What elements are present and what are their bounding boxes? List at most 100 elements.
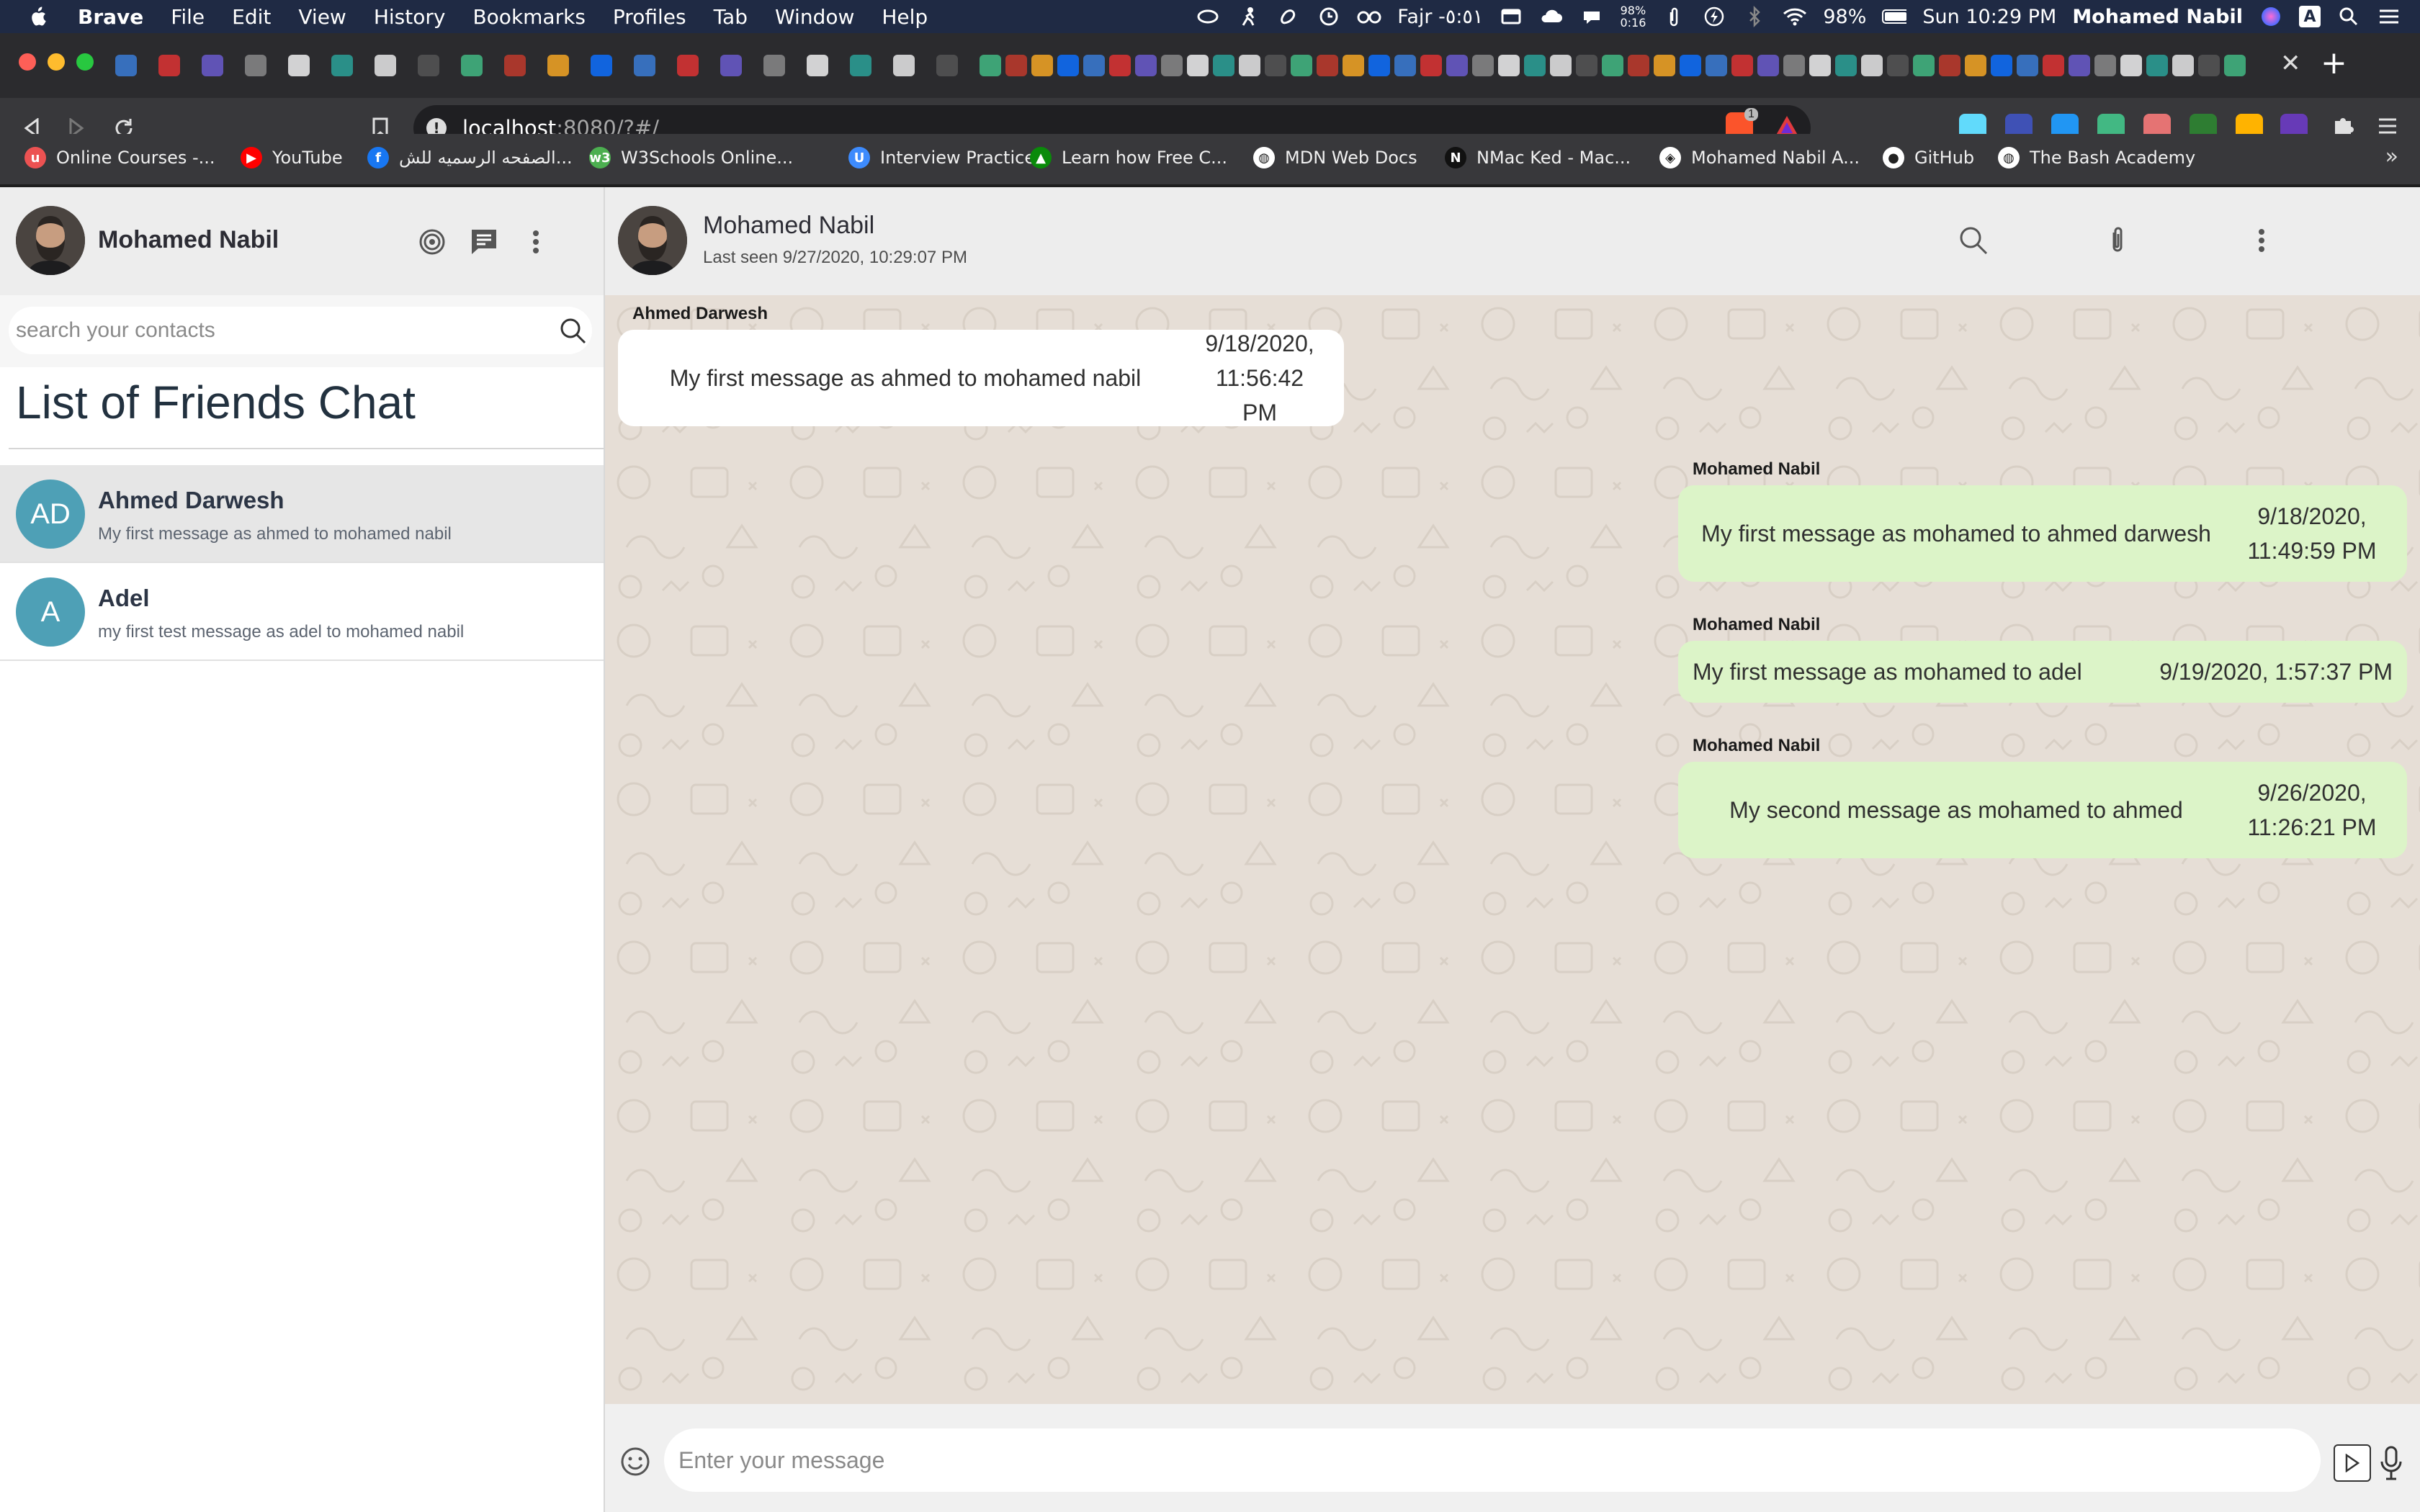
creative-cloud-icon[interactable]	[1196, 6, 1220, 27]
pinned-tab-icon[interactable]	[1135, 55, 1157, 76]
pinned-tab-icon[interactable]	[2017, 55, 2038, 76]
bookmark-item[interactable]: w3 W3Schools Online...	[589, 147, 793, 168]
pinned-tab-icon[interactable]	[2094, 55, 2116, 76]
pinned-tab-icon[interactable]	[1446, 55, 1468, 76]
paperclip-status-icon[interactable]	[1662, 6, 1686, 27]
pinned-tab-icon[interactable]	[504, 55, 526, 76]
pinned-tab-icon[interactable]	[1602, 55, 1623, 76]
pinned-tab-icon[interactable]	[1550, 55, 1572, 76]
chat-partner-avatar[interactable]	[618, 206, 687, 275]
pinned-tab-icon[interactable]	[202, 55, 223, 76]
pinned-tab-icon[interactable]	[1057, 55, 1079, 76]
close-tab-icon[interactable]: ✕	[2280, 49, 2301, 78]
apple-icon[interactable]	[27, 4, 49, 29]
contact-item-adel[interactable]: A Adel my first test message as adel to …	[0, 563, 604, 661]
message-bubble[interactable]: My first message as mohamed to ahmed dar…	[1678, 485, 2407, 582]
pinned-tab-icon[interactable]	[591, 55, 612, 76]
pinned-tab-icon[interactable]	[418, 55, 439, 76]
bookmark-item[interactable]: f الصفحه الرسميه للش...	[367, 147, 573, 168]
pinned-tab-icon[interactable]	[1005, 55, 1027, 76]
pinned-tab-icon[interactable]	[1576, 55, 1597, 76]
battery-icon[interactable]	[1882, 6, 1907, 27]
bookmark-item[interactable]: N NMac Ked - Mac...	[1445, 147, 1631, 168]
pinned-tab-icon[interactable]	[720, 55, 742, 76]
pinned-tab-icon[interactable]	[2043, 55, 2064, 76]
pinned-tab-icon[interactable]	[461, 55, 483, 76]
menu-bookmarks[interactable]: Bookmarks	[472, 5, 585, 29]
pinned-tab-icon[interactable]	[1498, 55, 1520, 76]
sidebar-menu-icon[interactable]	[516, 222, 556, 262]
bookmark-item[interactable]: ◈ Mohamed Nabil A...	[1659, 147, 1860, 168]
search-contacts-input[interactable]	[9, 307, 592, 354]
pinned-tab-icon[interactable]	[1783, 55, 1805, 76]
menu-window[interactable]: Window	[775, 5, 854, 29]
chat-menu-icon[interactable]	[2241, 220, 2282, 261]
cloud-icon[interactable]	[1539, 6, 1564, 27]
pinned-tab-icon[interactable]	[2069, 55, 2090, 76]
pinned-tab-icon[interactable]	[1757, 55, 1779, 76]
user-avatar[interactable]	[16, 206, 85, 275]
message-bubble[interactable]: My first message as ahmed to mohamed nab…	[618, 330, 1344, 426]
pinned-tab-icon[interactable]	[1317, 55, 1338, 76]
pinned-tab-icon[interactable]	[2198, 55, 2220, 76]
clock-text[interactable]: Sun 10:29 PM	[1922, 6, 2056, 28]
pinned-tab-icon[interactable]	[1809, 55, 1831, 76]
pinned-tab-icon[interactable]	[331, 55, 353, 76]
search-icon[interactable]	[559, 317, 588, 346]
pinned-tab-icon[interactable]	[1991, 55, 2012, 76]
pinned-tab-icon[interactable]	[980, 55, 1001, 76]
prayer-time-text[interactable]: Fajr -٥:٥١	[1397, 6, 1483, 28]
pinned-tab-icon[interactable]	[763, 55, 785, 76]
pinned-tab-icon[interactable]	[1031, 55, 1053, 76]
pinned-tab-icon[interactable]	[936, 55, 958, 76]
bookmark-item[interactable]: u Online Courses -...	[24, 147, 215, 168]
pinned-tab-icon[interactable]	[1861, 55, 1883, 76]
pinned-tab-icon[interactable]	[245, 55, 266, 76]
drive-icon[interactable]	[1499, 6, 1523, 27]
pinned-tab-icon[interactable]	[1628, 55, 1649, 76]
pinned-tab-icon[interactable]	[1887, 55, 1909, 76]
mic-icon[interactable]	[2378, 1444, 2404, 1482]
more-bookmarks-button[interactable]: »	[2385, 144, 2398, 169]
pinned-tab-icon[interactable]	[1291, 55, 1312, 76]
pinned-tab-icon[interactable]	[2146, 55, 2168, 76]
bookmark-item[interactable]: U Interview Practice...	[848, 147, 1052, 168]
menu-view[interactable]: View	[298, 5, 346, 29]
control-center-icon[interactable]	[2377, 6, 2401, 27]
pinned-tab-icon[interactable]	[2172, 55, 2194, 76]
attach-icon[interactable]	[2097, 220, 2138, 261]
pinned-tab-icon[interactable]	[1109, 55, 1131, 76]
window-minimize-button[interactable]	[48, 53, 65, 71]
pinned-tab-icon[interactable]	[677, 55, 699, 76]
lightning-icon[interactable]	[1702, 6, 1726, 27]
new-chat-icon[interactable]	[464, 222, 504, 262]
menu-profiles[interactable]: Profiles	[613, 5, 686, 29]
bookmark-item[interactable]: ▶ YouTube	[241, 147, 343, 168]
pinned-tab-icon[interactable]	[1654, 55, 1675, 76]
pinned-tab-icon[interactable]	[2224, 55, 2246, 76]
chat-search-icon[interactable]	[1953, 220, 1994, 261]
message-bubble[interactable]: My second message as mohamed to ahmed 9/…	[1678, 762, 2407, 858]
os-user-name[interactable]: Mohamed Nabil	[2072, 6, 2243, 28]
pinned-tab-icon[interactable]	[850, 55, 871, 76]
timer-icon[interactable]	[1317, 6, 1341, 27]
pinned-tab-icon[interactable]	[1083, 55, 1105, 76]
pinned-tab-icon[interactable]	[1965, 55, 1986, 76]
pinned-tab-icon[interactable]	[547, 55, 569, 76]
pinned-tab-icon[interactable]	[1706, 55, 1727, 76]
pinned-tab-icon[interactable]	[1394, 55, 1416, 76]
app-name-menu[interactable]: Brave	[78, 5, 143, 29]
pinned-tab-icon[interactable]	[1524, 55, 1546, 76]
pinned-tab-icon[interactable]	[1731, 55, 1753, 76]
pinned-tab-icon[interactable]	[2120, 55, 2142, 76]
wifi-icon[interactable]	[1783, 6, 1807, 27]
message-bubble[interactable]: My first message as mohamed to adel 9/19…	[1678, 641, 2407, 703]
pinned-tab-icon[interactable]	[1680, 55, 1701, 76]
battery-percent[interactable]: 98%	[1823, 6, 1866, 28]
pinned-tab-icon[interactable]	[1187, 55, 1209, 76]
status-icon[interactable]	[412, 222, 452, 262]
bookmark-item[interactable]: ◍ The Bash Academy	[1998, 147, 2195, 168]
pinned-tab-icon[interactable]	[1939, 55, 1960, 76]
bookmark-item[interactable]: ◍ MDN Web Docs	[1253, 147, 1417, 168]
pinned-tab-icon[interactable]	[1913, 55, 1935, 76]
